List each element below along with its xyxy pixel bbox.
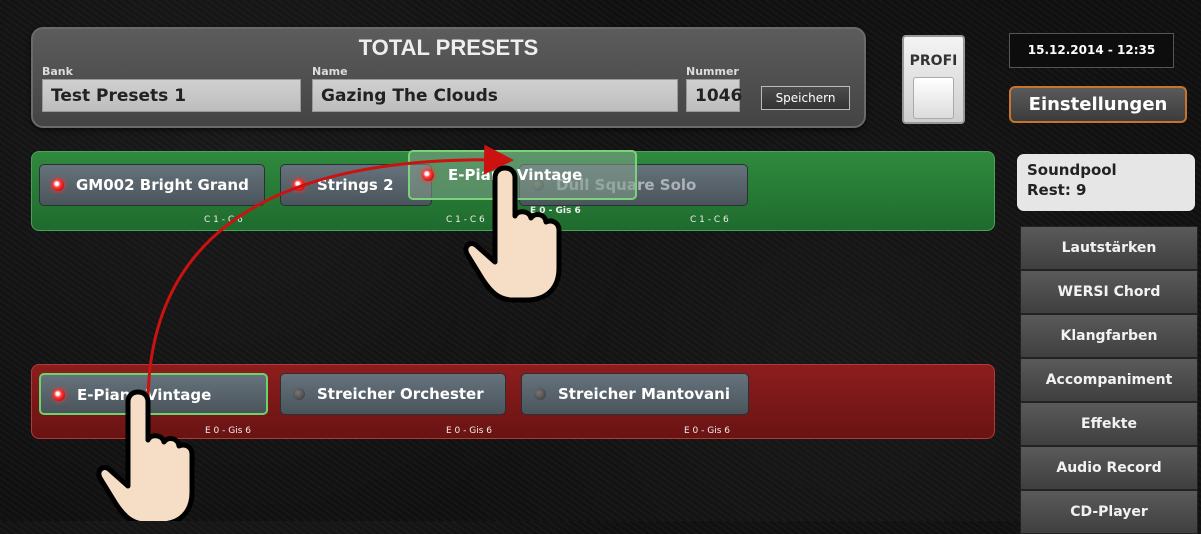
hand-pointer-icon — [96, 389, 195, 521]
drag-overlay — [96, 144, 562, 521]
hand-pointer-icon — [463, 165, 562, 303]
drag-arrow — [146, 144, 514, 401]
app-screen: TOTAL PRESETS Bank Test Presets 1 Name G… — [0, 0, 1201, 534]
